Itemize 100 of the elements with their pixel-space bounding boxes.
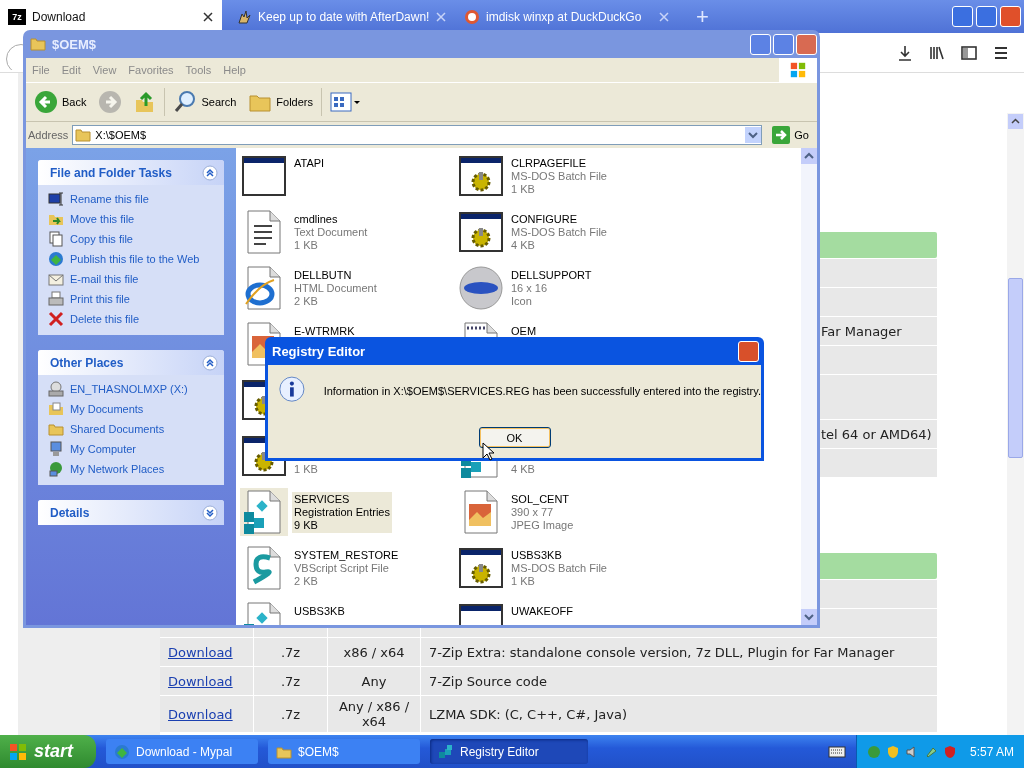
file-name[interactable]: DELLSUPPORT [511,269,592,282]
file-name[interactable]: CLRPAGEFILE [511,157,607,170]
file-size: 2 KB [294,575,319,588]
download-icon[interactable] [896,43,914,62]
task-link[interactable]: EN_THASNOLMXP (X:) [70,383,188,395]
close-button[interactable] [738,340,759,362]
file-size: 4 KB [511,239,536,252]
description-cell: tel 64 or AMD64) [821,426,932,442]
format-cell: .7z [280,706,301,722]
format-cell: .7z [280,673,301,689]
computer-icon [48,441,64,457]
format-cell: .7z [280,644,301,660]
browser-tab[interactable]: Keep up to date with AfterDawn! [228,0,450,33]
new-tab-button[interactable]: + [684,0,721,33]
close-button[interactable] [1000,6,1021,27]
scroll-down-icon[interactable] [801,609,817,625]
file-name[interactable]: CONFIGURE [511,213,607,226]
taskbar-button[interactable]: Registry Editor [430,739,588,764]
file-name[interactable]: ATAPI [294,157,325,170]
task-link[interactable]: Copy this file [70,233,133,245]
start-button[interactable]: start [0,735,96,768]
file-name[interactable]: cmdlines [294,213,368,226]
scrollbar[interactable] [1007,113,1024,735]
scroll-up-icon[interactable] [801,148,817,164]
forward-icon [98,90,123,114]
shield-icon[interactable] [942,744,957,759]
file-size: 2 KB [294,295,319,308]
collapse-icon[interactable] [202,354,218,371]
download-link[interactable]: Download [168,644,233,660]
file-type: HTML Document [294,282,377,295]
file-name[interactable]: SYSTEM_RESTORE [294,549,399,562]
dropdown-icon[interactable] [745,127,762,143]
restore-button[interactable] [976,6,997,27]
task-link[interactable]: Publish this file to the Web [70,253,200,265]
file-size: 9 KB [294,519,319,532]
file-type: MS-DOS Batch File [511,562,607,575]
printer-icon [48,291,64,307]
task-link[interactable]: My Computer [70,443,137,455]
network-icon [48,461,64,477]
address-field[interactable]: X:\$OEM$ [72,125,763,145]
folder-icon [75,128,92,142]
pages-icon [48,231,64,247]
file-name[interactable]: E-WTRMRK [294,325,355,338]
duck-icon [464,8,480,25]
close-icon[interactable] [202,10,214,23]
task-link[interactable]: My Network Places [70,463,165,475]
download-link[interactable]: Download [168,706,233,722]
file-size: 1 KB [294,239,319,252]
browser-tab[interactable]: imdisk winxp at DuckDuckGo [456,0,678,33]
task-link[interactable]: Shared Documents [70,423,165,435]
file-size: JPEG Image [511,519,574,532]
file-name[interactable]: DELLBUTN [294,269,377,282]
delete-icon [48,311,64,327]
task-link[interactable]: Delete this file [70,313,140,325]
task-link[interactable]: E-mail this file [70,273,139,285]
expand-icon[interactable] [202,504,218,521]
file-name[interactable]: SOL_CENT [511,493,574,506]
address-label: Address [28,129,69,141]
windows-flag-icon [788,61,808,79]
file-size: 1 KB [511,575,536,588]
minimize-button[interactable] [952,6,973,27]
task-link[interactable]: Move this file [70,213,135,225]
dialog-title: Registry Editor [272,343,366,359]
description-cell: 7-Zip Extra: standalone console version, 7z DLL, Plugin for Far Manager [429,644,895,660]
keyboard-icon[interactable] [827,745,846,758]
file-type: VBScript Script File [294,562,390,575]
search-button[interactable]: Search [169,88,241,116]
description-cell: Far Manager [821,323,902,339]
app-logo-icon: 7z [8,8,26,25]
scrollbar[interactable] [801,148,817,625]
maximize-button[interactable] [773,33,794,55]
file-name[interactable]: OEM [511,325,537,338]
taskbar-button[interactable]: $OEM$ [268,739,420,764]
folders-button[interactable]: Folders [244,89,317,115]
window-title: $OEM$ [52,36,97,52]
description-cell: 7-Zip Source code [429,673,547,689]
file-name[interactable]: USBS3KB [511,549,607,562]
go-button[interactable]: Go [766,126,815,144]
back-button[interactable]: Back [30,88,91,116]
file-name[interactable]: UWAKEOFF [511,605,573,618]
task-link[interactable]: My Documents [70,403,144,415]
task-link[interactable]: Rename this file [70,193,149,205]
minimize-button[interactable] [750,33,771,55]
architecture-cell: x86 / x64 [343,644,405,660]
architecture-cell: Any [361,673,387,689]
file-size: 1 KB [294,463,318,476]
collapse-icon[interactable] [202,164,218,181]
close-button[interactable] [796,33,817,55]
scroll-up-icon[interactable] [1008,114,1023,129]
sphere-icon [457,264,505,312]
task-link[interactable]: Print this file [70,293,130,305]
sidebar-icon[interactable] [960,43,978,62]
download-link[interactable]: Download [168,673,233,689]
taskbar-button[interactable]: Download - Mypal [106,739,258,764]
ok-button[interactable]: OK [478,427,551,448]
section-title[interactable]: Details [50,505,90,520]
file-name[interactable]: USBS3KB [294,605,345,618]
file-name[interactable]: SERVICES [294,493,390,506]
file-type: MS-DOS Batch File [511,170,607,183]
envelope-icon [48,271,64,287]
